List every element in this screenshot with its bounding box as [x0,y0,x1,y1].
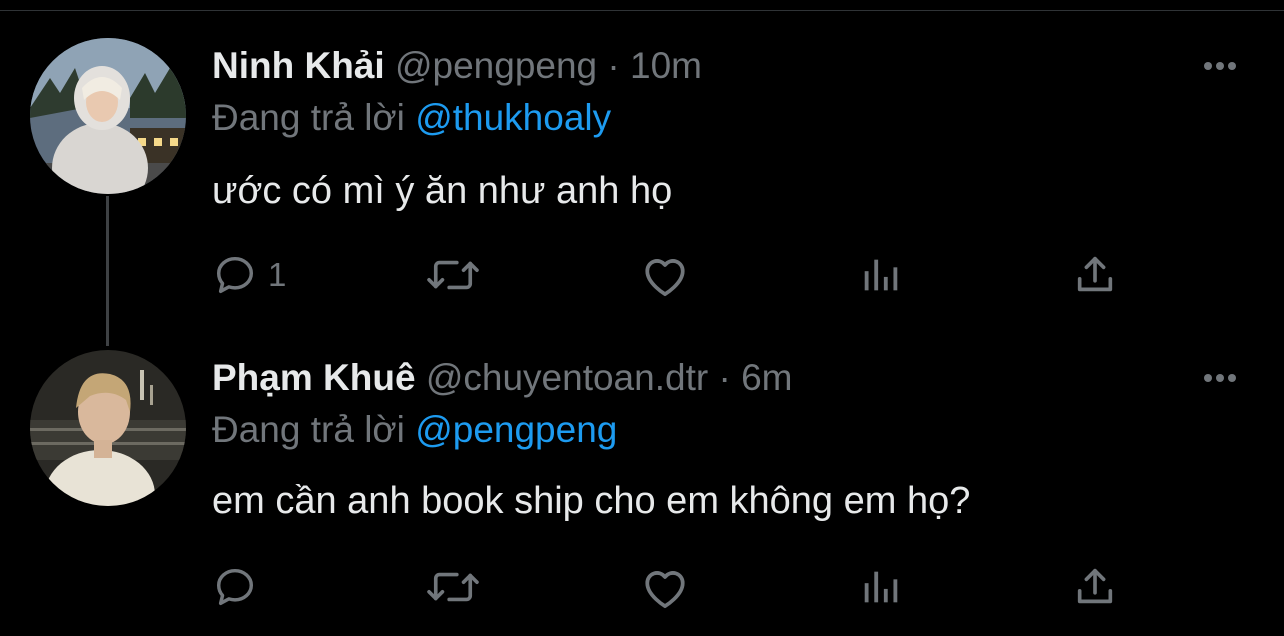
reply-button[interactable]: 1 [212,250,286,300]
share-button[interactable] [1072,250,1118,300]
retweet-button[interactable] [424,562,482,612]
replying-to: Đang trả lời @thukhoaly [212,94,611,142]
share-button[interactable] [1072,562,1118,612]
replying-to-link[interactable]: @thukhoaly [415,97,611,138]
replying-to-link[interactable]: @pengpeng [415,409,617,450]
tweet-actions: 1 [0,250,1284,300]
like-icon [645,259,685,297]
user-handle[interactable]: @pengpeng [395,45,597,86]
replying-to: Đang trả lời @pengpeng [212,406,617,454]
avatar[interactable] [30,38,186,194]
display-name[interactable]: Phạm Khuê [212,357,416,398]
views-button[interactable] [858,250,904,300]
retweet-icon [427,572,479,602]
timestamp[interactable]: 10m [630,45,702,86]
retweet-icon [427,260,479,290]
tweet-text: em cần anh book ship cho em không em họ? [212,480,971,522]
share-icon [1077,568,1113,604]
views-icon [864,259,898,291]
more-options-button[interactable] [1196,368,1244,388]
tweet-header: Phạm Khuê @chuyentoan.dtr · 6m [212,354,792,402]
replying-to-label: Đang trả lời [212,409,405,450]
tweet-actions [0,562,1284,612]
reply-button[interactable] [212,562,268,612]
tweet-text: ước có mì ý ăn như anh họ [212,170,673,212]
more-icon [1204,62,1236,70]
tweet-header: Ninh Khải @pengpeng · 10m [212,42,702,90]
reply-icon [216,256,254,294]
more-options-button[interactable] [1196,56,1244,76]
separator-dot: · [607,45,620,86]
more-icon [1204,374,1236,382]
share-icon [1077,256,1113,292]
user-handle[interactable]: @chuyentoan.dtr [426,357,708,398]
top-divider [0,10,1284,11]
retweet-button[interactable] [424,250,482,300]
display-name[interactable]: Ninh Khải [212,45,385,86]
like-button[interactable] [640,250,690,300]
reply-count: 1 [268,256,287,293]
replying-to-label: Đang trả lời [212,97,405,138]
views-icon [864,571,898,603]
like-icon [645,571,685,609]
timestamp[interactable]: 6m [741,357,792,398]
avatar[interactable] [30,350,186,506]
reply-icon [216,568,254,606]
views-button[interactable] [858,562,904,612]
like-button[interactable] [640,562,690,612]
separator-dot: · [718,357,731,398]
